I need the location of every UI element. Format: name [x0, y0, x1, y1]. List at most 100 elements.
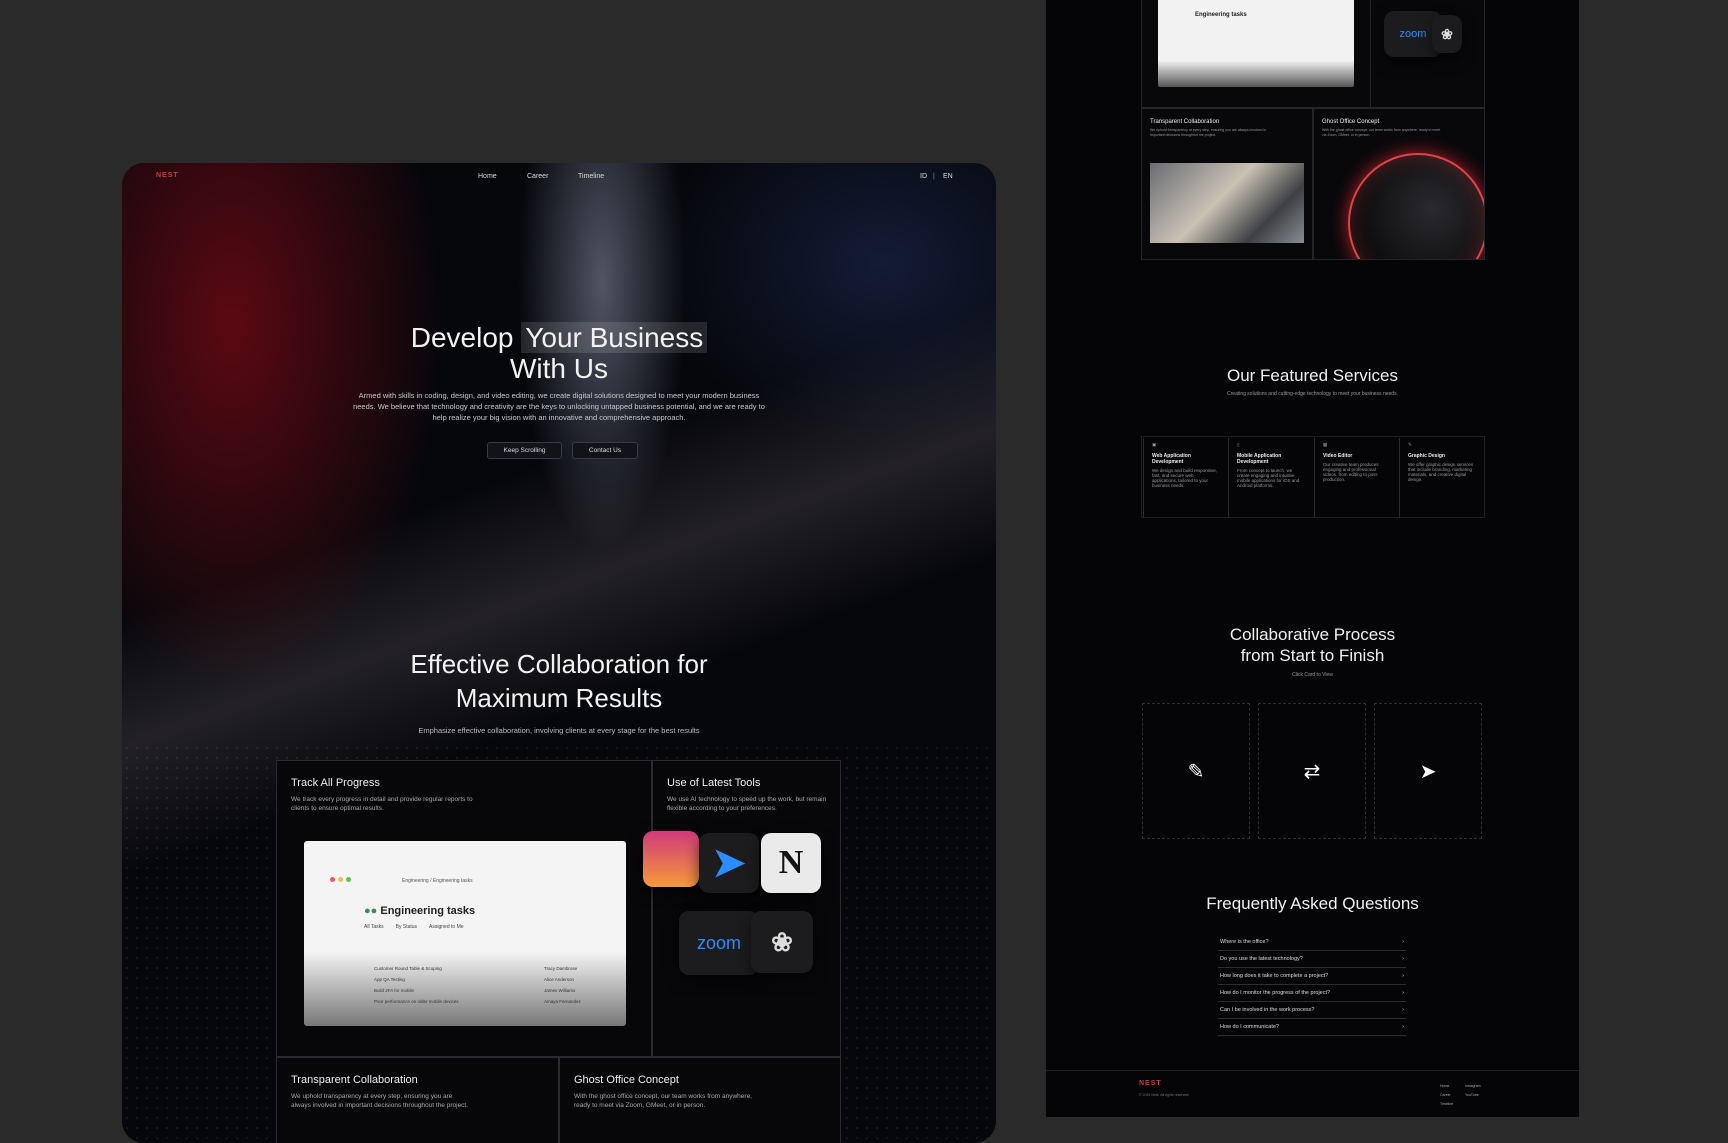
faq-item[interactable]: How do I communicate? ›	[1218, 1019, 1406, 1036]
lang-id[interactable]: ID	[920, 173, 927, 180]
ghost-office-card: Ghost Office Concept With the ghost offi…	[559, 1057, 841, 1143]
close-dot-icon	[330, 877, 335, 882]
lang-separator: |	[933, 173, 935, 180]
video-icon: ▩	[1323, 442, 1328, 447]
list-item[interactable]: Customer Round Table & Scoping	[374, 963, 459, 974]
process-title-line1: Collaborative Process	[1229, 625, 1396, 644]
people-icon: ●●	[364, 905, 378, 917]
faq-item[interactable]: Where is the office? ›	[1218, 934, 1406, 951]
openai-icon: ❀	[1432, 15, 1462, 53]
task-page-title: ●● Engineering tasks	[364, 905, 476, 917]
desktop-mockup: NEST Home Career Timeline ID | EN Develo…	[122, 163, 996, 1143]
card-description: We uphold transparency at every step, en…	[291, 1093, 469, 1109]
contact-us-button[interactable]: Contact Us	[572, 442, 638, 459]
hero-title-line2: With Us	[510, 353, 608, 384]
card-title: Track All Progress	[291, 777, 380, 789]
transparent-collab-card: Transparent Collaboration We uphold tran…	[276, 1057, 559, 1143]
ghost-office-card: Ghost Office Concept With the ghost offi…	[1313, 108, 1485, 260]
jira-icon: ➤	[699, 833, 759, 893]
hero-highlight: Your Business	[521, 322, 708, 353]
card-title: Ghost Office Concept	[574, 1074, 679, 1086]
card-description: With the ghost office concept, our team …	[1322, 128, 1441, 137]
card-title: Transparent Collaboration	[291, 1074, 418, 1086]
card-title: Transparent Collaboration	[1150, 119, 1220, 125]
card-description: We uphold transparency at every step, en…	[1150, 128, 1267, 137]
owner: Alice Anderson	[544, 977, 575, 982]
chevron-down-icon: ›	[1402, 1024, 1404, 1030]
services-subtitle: Creating solutions and cutting-edge tech…	[1227, 391, 1398, 397]
mobile-icon: ▯	[1237, 442, 1240, 447]
chevron-down-icon: ›	[1402, 956, 1404, 962]
nav-timeline[interactable]: Timeline	[578, 173, 604, 180]
keep-scrolling-button[interactable]: Keep Scrolling	[487, 442, 562, 459]
owner: James Williams	[544, 988, 576, 993]
maximize-dot-icon	[346, 877, 351, 882]
owner: Tracy Dambrose	[544, 966, 578, 971]
breadcrumb: Engineering / Engineering tasks	[402, 878, 473, 884]
list-item[interactable]: Build 2FA for mobile	[374, 985, 459, 996]
footer-link[interactable]: Timeline	[1440, 1102, 1453, 1106]
service-graphic[interactable]: ✎ Graphic Design We offer graphic design s…	[1399, 438, 1483, 518]
top-nav: NEST Home Career Timeline ID | EN	[122, 170, 996, 186]
card-description: With the ghost office concept, our team …	[574, 1093, 752, 1109]
nav-home[interactable]: Home	[478, 173, 497, 180]
tab-by-status[interactable]: By Status	[396, 924, 417, 930]
chevron-down-icon: ›	[1402, 939, 1404, 945]
lang-en[interactable]: EN	[943, 173, 953, 180]
divider	[1370, 0, 1371, 107]
track-progress-card: Track All Progress We track every progre…	[276, 760, 652, 1057]
owner-list: Tracy Dambrose Alice Anderson James Will…	[544, 963, 581, 1007]
pen-icon: ✎	[1408, 442, 1412, 447]
code-icon: ▣	[1152, 442, 1157, 447]
collab-subtitle: Emphasize effective collaboration, invol…	[418, 726, 700, 735]
service-web[interactable]: ▣ Web Application Development We design an…	[1143, 438, 1227, 518]
footer: NEST © 2024 Nest. All rights reserved. H…	[1046, 1070, 1579, 1117]
globe-icon	[1348, 153, 1484, 259]
process-title-line2: from Start to Finish	[1240, 646, 1385, 665]
chevron-down-icon: ›	[1402, 1007, 1404, 1013]
process-card-build[interactable]: ⇄	[1258, 703, 1366, 839]
openai-icon: ❀	[751, 911, 813, 973]
faq-item[interactable]: Can I be involved in the work process? ›	[1218, 1002, 1406, 1019]
page-preview: Engineering tasks zoom ❀ Transparent Col…	[1046, 0, 1579, 1117]
process-card-plan[interactable]: ✎	[1142, 703, 1250, 839]
card-description: We track every progress in detail and pr…	[291, 796, 473, 812]
footer-link[interactable]: Career	[1440, 1093, 1451, 1097]
edit-note-icon: ✎	[1187, 760, 1205, 783]
task-app-thumb: Engineering tasks	[1158, 0, 1354, 87]
footer-link[interactable]: Home	[1440, 1084, 1449, 1088]
latest-tools-card: Use of Latest Tools We use AI technology…	[643, 760, 841, 1057]
zoom-icon: zoom	[679, 911, 759, 975]
service-mobile[interactable]: ▯ Mobile Application Development From conc…	[1228, 438, 1312, 518]
footer-link[interactable]: YouTube	[1465, 1093, 1479, 1097]
faq-item[interactable]: How do I monitor the progress of the pro…	[1218, 985, 1406, 1002]
card-title: Ghost Office Concept	[1322, 119, 1380, 125]
list-item[interactable]: Poor performance on older mobile devices	[374, 996, 459, 1007]
hero-title-line1: Develop Your Business	[122, 322, 996, 353]
tab-all-tasks[interactable]: All Tasks	[364, 924, 384, 930]
tab-assigned[interactable]: Assigned to Me	[429, 924, 463, 930]
chevron-down-icon: ›	[1402, 990, 1404, 996]
nav-career[interactable]: Career	[527, 173, 548, 180]
footer-link[interactable]: Instagram	[1465, 1084, 1481, 1088]
notion-icon: N	[761, 833, 821, 893]
app-icon	[643, 831, 699, 887]
minimize-dot-icon	[338, 877, 343, 882]
footer-logo[interactable]: NEST	[1139, 1080, 1162, 1087]
faq-item[interactable]: Do you use the latest technology? ›	[1218, 951, 1406, 968]
process-card-launch[interactable]: ➤	[1374, 703, 1482, 839]
service-video[interactable]: ▩ Video Editor Our creative team produces …	[1314, 438, 1398, 518]
card-description: We use AI technology to speed up the wor…	[667, 796, 827, 812]
services-title: Our Featured Services	[1226, 366, 1398, 385]
task-list: Customer Round Table & Scoping App QA Te…	[374, 963, 459, 1007]
meeting-photo	[1150, 163, 1304, 243]
footer-copyright: © 2024 Nest. All rights reserved.	[1139, 1093, 1190, 1097]
task-app-screenshot: Engineering / Engineering tasks ●● Engin…	[304, 841, 626, 1026]
list-item[interactable]: App QA Testing	[374, 974, 459, 985]
rocket-icon: ➤	[1419, 760, 1437, 783]
nav-logo[interactable]: NEST	[156, 172, 179, 179]
faq-title: Frequently Asked Questions	[1206, 894, 1419, 913]
faq-item[interactable]: How long does it take to complete a proj…	[1218, 968, 1406, 985]
card-title: Use of Latest Tools	[667, 777, 761, 789]
owner: Amaya Fernandez	[544, 999, 581, 1004]
